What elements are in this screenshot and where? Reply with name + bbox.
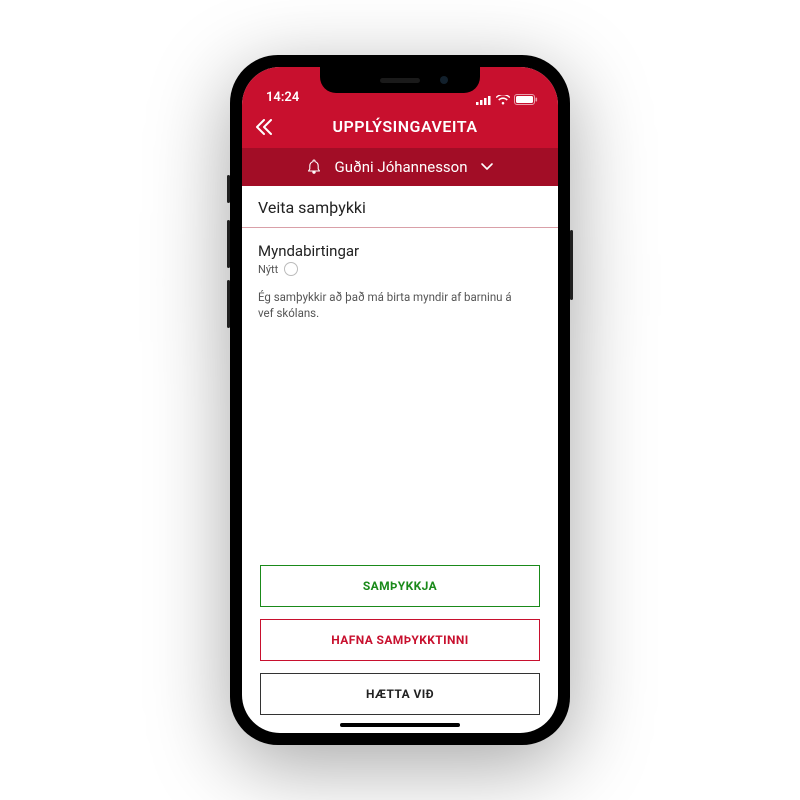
section-title: Veita samþykki — [242, 186, 558, 228]
consent-heading: Myndabirtingar — [258, 242, 542, 260]
front-camera — [440, 76, 448, 84]
user-name: Guðni Jóhannesson — [334, 158, 467, 176]
approve-button[interactable]: SAMÞYKKJA — [260, 565, 540, 607]
power-button — [570, 230, 573, 300]
action-buttons: SAMÞYKKJA HAFNA SAMÞYKKTINNI HÆTTA VIÐ — [242, 565, 558, 733]
volume-up-button — [227, 220, 230, 268]
mute-switch — [227, 175, 230, 203]
bell-icon — [306, 159, 322, 175]
status-indicator-icon — [284, 262, 298, 276]
page-title: UPPLÝSINGAVEITA — [266, 117, 544, 136]
status-time: 14:24 — [266, 90, 299, 105]
consent-status-label: Nýtt — [258, 263, 278, 276]
screen: 14:24 UPPLÝSINGAVEITA Guðni Jóhannesson … — [242, 67, 558, 733]
wifi-icon — [496, 95, 510, 105]
consent-description: Ég samþykkir að það má birta myndir af b… — [258, 290, 528, 321]
speaker-grille — [380, 78, 420, 83]
cancel-button[interactable]: HÆTTA VIÐ — [260, 673, 540, 715]
consent-status-row: Nýtt — [258, 262, 542, 276]
home-indicator[interactable] — [340, 723, 460, 727]
consent-content: Myndabirtingar Nýtt Ég samþykkir að það … — [242, 228, 558, 565]
notch — [320, 67, 480, 93]
user-selector[interactable]: Guðni Jóhannesson — [242, 148, 558, 186]
phone-frame: 14:24 UPPLÝSINGAVEITA Guðni Jóhannesson … — [230, 55, 570, 745]
volume-down-button — [227, 280, 230, 328]
reject-button[interactable]: HAFNA SAMÞYKKTINNI — [260, 619, 540, 661]
status-icons — [476, 94, 538, 105]
battery-icon — [514, 94, 538, 105]
app-header: UPPLÝSINGAVEITA — [242, 107, 558, 148]
chevron-down-icon — [480, 162, 494, 172]
signal-icon — [476, 95, 492, 105]
